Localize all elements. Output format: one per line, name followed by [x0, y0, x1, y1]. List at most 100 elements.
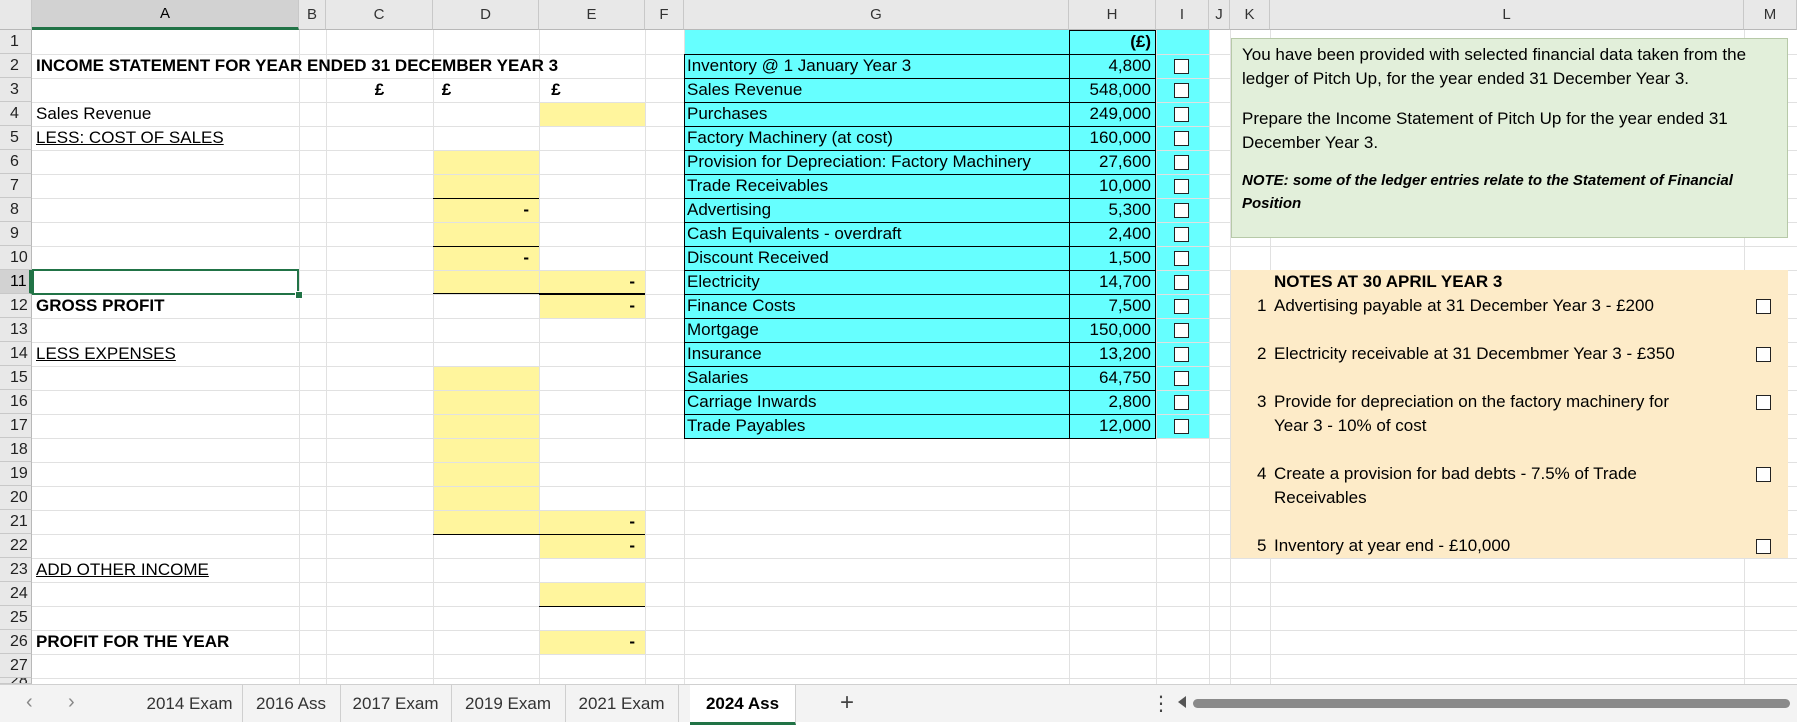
column-header-b[interactable]: B: [299, 0, 326, 30]
row-header[interactable]: 16: [0, 390, 32, 414]
row-header[interactable]: 13: [0, 318, 32, 342]
ledger-value: 1,500: [1108, 248, 1151, 267]
ledger-checkbox[interactable]: [1174, 83, 1189, 98]
ledger-label: Factory Machinery (at cost): [687, 128, 893, 147]
ledger-checkbox[interactable]: [1174, 419, 1189, 434]
row-header[interactable]: 15: [0, 366, 32, 390]
ledger-checkbox[interactable]: [1174, 251, 1189, 266]
ledger-checkbox[interactable]: [1174, 59, 1189, 74]
input-cell[interactable]: [433, 366, 539, 534]
row-header[interactable]: 19: [0, 462, 32, 486]
cell-border: [539, 606, 645, 607]
active-cell[interactable]: [32, 269, 299, 295]
ledger-value: 27,600: [1099, 152, 1151, 171]
row-header[interactable]: 8: [0, 198, 32, 222]
row-header[interactable]: 4: [0, 102, 32, 126]
sheet-tab[interactable]: 2021 Exam: [565, 685, 679, 722]
row-header[interactable]: 14: [0, 342, 32, 366]
ledger-label: Purchases: [687, 104, 768, 123]
column-header-m[interactable]: M: [1744, 0, 1797, 30]
column-header-f[interactable]: F: [645, 0, 684, 30]
sheet-tab[interactable]: 2014 Exam: [137, 685, 243, 722]
ledger-checkbox[interactable]: [1174, 107, 1189, 122]
ledger-checkbox[interactable]: [1174, 203, 1189, 218]
ledger-checkbox[interactable]: [1174, 179, 1189, 194]
row-header[interactable]: 22: [0, 534, 32, 558]
column-header-c[interactable]: C: [326, 0, 433, 30]
note-checkbox[interactable]: [1756, 299, 1771, 314]
note-checkbox[interactable]: [1756, 539, 1771, 554]
row-header[interactable]: 21: [0, 510, 32, 534]
ledger-checkbox[interactable]: [1174, 371, 1189, 386]
row-header[interactable]: 17: [0, 414, 32, 438]
row-header[interactable]: 23: [0, 558, 32, 582]
row-header[interactable]: 11: [0, 270, 32, 294]
column-header-g[interactable]: G: [684, 0, 1069, 30]
note-checkbox[interactable]: [1756, 467, 1771, 482]
scroll-tabs-left-icon[interactable]: ‹: [26, 691, 33, 714]
row-header[interactable]: 2: [0, 54, 32, 78]
ledger-label: Cash Equivalents - overdraft: [687, 224, 902, 243]
note-text: Inventory at year end - £10,000: [1274, 536, 1511, 555]
horizontal-scrollbar[interactable]: [1193, 699, 1790, 708]
ledger-checkbox[interactable]: [1174, 299, 1189, 314]
row-header[interactable]: 9: [0, 222, 32, 246]
column-header-h[interactable]: H: [1069, 0, 1156, 30]
scroll-left-icon[interactable]: [1178, 696, 1186, 708]
row-header[interactable]: 24: [0, 582, 32, 606]
ledger-checkbox[interactable]: [1174, 275, 1189, 290]
ledger-label: Sales Revenue: [687, 80, 803, 99]
scroll-tabs-right-icon[interactable]: ›: [68, 691, 75, 714]
ledger-checkbox[interactable]: [1174, 347, 1189, 362]
column-header-i[interactable]: I: [1156, 0, 1209, 30]
select-all-corner[interactable]: [0, 0, 32, 30]
ledger-checkbox[interactable]: [1174, 155, 1189, 170]
sheet-tab[interactable]: 2019 Exam: [451, 685, 566, 722]
note-checkbox[interactable]: [1756, 347, 1771, 362]
notes-heading: NOTES AT 30 APRIL YEAR 3: [1274, 272, 1503, 291]
ledger-checkbox[interactable]: [1174, 131, 1189, 146]
row-header[interactable]: 3: [0, 78, 32, 102]
row-header[interactable]: 7: [0, 174, 32, 198]
column-header-k[interactable]: K: [1230, 0, 1270, 30]
add-sheet-button[interactable]: +: [840, 689, 854, 717]
ledger-checkbox[interactable]: [1174, 323, 1189, 338]
more-options-icon[interactable]: ⋮: [1151, 691, 1171, 716]
row-header[interactable]: 18: [0, 438, 32, 462]
row-header[interactable]: 26: [0, 630, 32, 654]
note-number: 4: [1257, 464, 1267, 483]
dash-value: -: [629, 296, 635, 315]
note-text-continued: Receivables: [1274, 488, 1367, 507]
ledger-value: 2,800: [1108, 392, 1151, 411]
column-header-d[interactable]: D: [433, 0, 539, 30]
gridline: [32, 606, 1797, 607]
column-header-e[interactable]: E: [539, 0, 645, 30]
row-header[interactable]: 6: [0, 150, 32, 174]
instructions-text: You have been provided with selected fin…: [1242, 45, 1747, 88]
ledger-checkbox[interactable]: [1174, 395, 1189, 410]
row-header[interactable]: 10: [0, 246, 32, 270]
note-checkbox[interactable]: [1756, 395, 1771, 410]
fill-handle[interactable]: [295, 291, 303, 299]
input-cell[interactable]: [539, 102, 645, 126]
input-cell[interactable]: [539, 582, 645, 606]
row-header[interactable]: 12: [0, 294, 32, 318]
dash-value: -: [629, 632, 635, 651]
row-header[interactable]: 25: [0, 606, 32, 630]
ledger-value: 5,300: [1108, 200, 1151, 219]
column-header-a[interactable]: A: [32, 0, 299, 30]
row-header[interactable]: 27: [0, 654, 32, 678]
column-header-j[interactable]: J: [1209, 0, 1230, 30]
gridline: [32, 654, 1797, 655]
sheet-tab[interactable]: 2016 Ass: [242, 685, 341, 722]
sheet-tab-active[interactable]: 2024 Ass: [690, 685, 796, 725]
column-header-l[interactable]: L: [1270, 0, 1744, 30]
currency-header-c: £: [374, 80, 385, 99]
label-profit-for-year: PROFIT FOR THE YEAR: [36, 632, 230, 651]
row-header[interactable]: 20: [0, 486, 32, 510]
row-header[interactable]: 5: [0, 126, 32, 150]
row-header[interactable]: 1: [0, 30, 32, 54]
gridline: [32, 678, 1797, 679]
sheet-tab[interactable]: 2017 Exam: [340, 685, 452, 722]
ledger-checkbox[interactable]: [1174, 227, 1189, 242]
